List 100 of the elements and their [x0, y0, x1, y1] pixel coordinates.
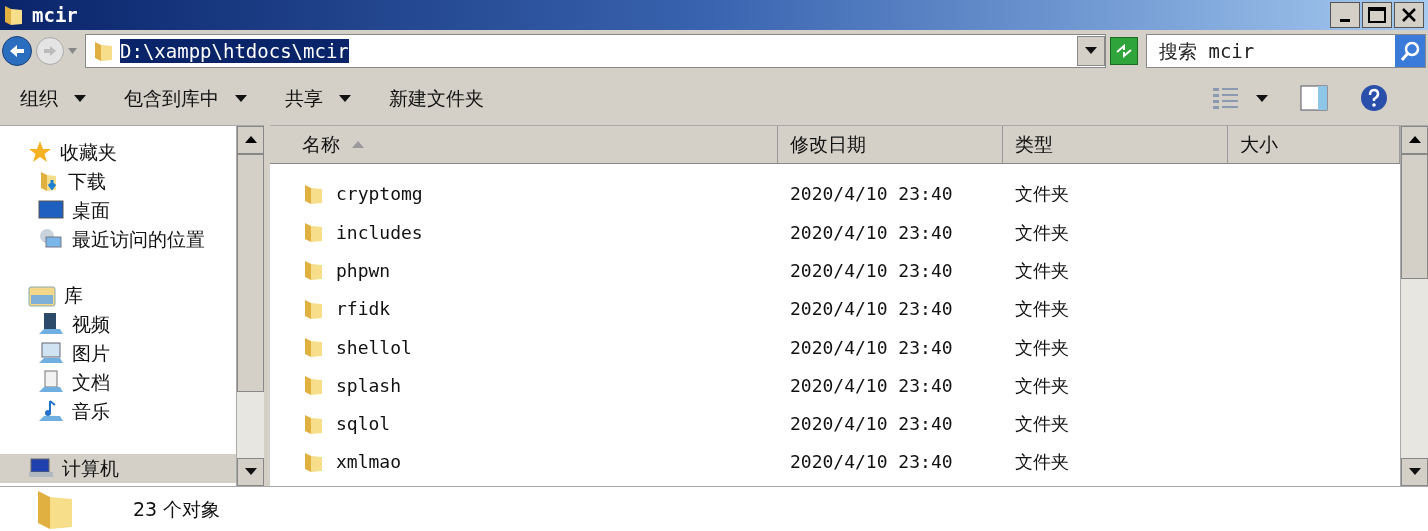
- documents-icon: [38, 370, 64, 395]
- maximize-button[interactable]: [1362, 1, 1392, 28]
- address-dropdown-button[interactable]: [1077, 35, 1105, 66]
- modified-date: 2020/4/10 23:40: [790, 451, 953, 473]
- modified-date: 2020/4/10 23:40: [790, 183, 953, 205]
- toolbar-button[interactable]: 共享: [285, 84, 351, 113]
- modified-date: 2020/4/10 23:40: [790, 221, 953, 243]
- library-icon: [28, 283, 56, 308]
- caret-icon: [74, 94, 86, 102]
- folder-icon: [302, 221, 324, 244]
- left-arrow-icon: [9, 43, 25, 58]
- folder-icon: [302, 374, 324, 397]
- nav-item[interactable]: 计算机: [0, 454, 236, 483]
- file-type: 文件夹: [1015, 183, 1069, 205]
- file-row[interactable]: sqlol 2020/4/10 23:40 文件夹: [270, 404, 1400, 443]
- maximize-icon: [1368, 6, 1386, 23]
- up-arrow-icon: [244, 136, 257, 144]
- help-icon: [1360, 84, 1388, 113]
- video-icon: [38, 312, 64, 337]
- scroll-down-button[interactable]: [1401, 458, 1428, 486]
- star-icon: [28, 140, 52, 165]
- folder-icon: [302, 297, 324, 320]
- computer-icon: [28, 458, 54, 479]
- file-row[interactable]: splash 2020/4/10 23:40 文件夹: [270, 366, 1400, 405]
- file-row[interactable]: phpwn 2020/4/10 23:40 文件夹: [270, 251, 1400, 290]
- file-name: xmlmao: [336, 450, 402, 475]
- column-header[interactable]: 修改日期: [778, 125, 1003, 163]
- file-type: 文件夹: [1015, 221, 1069, 243]
- folder-icon: [302, 450, 324, 473]
- file-name: shellol: [336, 335, 412, 360]
- address-field[interactable]: D:\xampp\htdocs\mcir: [85, 33, 1106, 68]
- modified-date: 2020/4/10 23:40: [790, 374, 953, 396]
- column-header[interactable]: 名称: [270, 125, 778, 163]
- nav-item[interactable]: 收藏夹: [0, 137, 236, 167]
- caret-icon: [1085, 47, 1097, 55]
- music-icon: [38, 399, 64, 424]
- right-arrow-icon: [43, 44, 57, 57]
- toolbar-button[interactable]: 组织: [20, 84, 86, 113]
- file-name: splash: [336, 373, 402, 398]
- file-row[interactable]: xmlmao 2020/4/10 23:40 文件夹: [270, 442, 1400, 482]
- nav-item[interactable]: 库: [0, 280, 236, 310]
- file-row[interactable]: cryptomg 2020/4/10 23:40 文件夹: [270, 174, 1400, 214]
- minimize-button[interactable]: [1330, 1, 1360, 28]
- folder-icon: [92, 39, 114, 62]
- modified-date: 2020/4/10 23:40: [790, 413, 953, 435]
- nav-item[interactable]: 图片: [0, 338, 236, 368]
- folder-icon: [302, 412, 324, 435]
- toolbar-button[interactable]: 新建文件夹: [389, 84, 484, 113]
- nav-item[interactable]: 下载: [0, 166, 236, 196]
- folder-icon: [2, 3, 24, 26]
- back-button[interactable]: [2, 35, 32, 66]
- modified-date: 2020/4/10 23:40: [790, 336, 953, 358]
- close-icon: [1401, 6, 1417, 23]
- file-name: includes: [336, 220, 423, 245]
- refresh-icon: [1115, 43, 1133, 58]
- desktop-icon: [38, 200, 64, 221]
- file-name: cryptomg: [336, 182, 423, 207]
- nav-item[interactable]: 最近访问的位置: [0, 224, 236, 254]
- modified-date: 2020/4/10 23:40: [790, 298, 953, 320]
- search-input[interactable]: 搜索 mcir: [1147, 36, 1395, 66]
- scroll-up-button[interactable]: [237, 125, 264, 154]
- file-type: 文件夹: [1015, 413, 1069, 435]
- file-row[interactable]: rfidk 2020/4/10 23:40 文件夹: [270, 289, 1400, 328]
- file-type: 文件夹: [1015, 298, 1069, 320]
- column-header[interactable]: 类型: [1003, 125, 1228, 163]
- scrollbar[interactable]: [236, 125, 264, 486]
- nav-item[interactable]: 音乐: [0, 396, 236, 426]
- file-type: 文件夹: [1015, 336, 1069, 358]
- caret-icon: [235, 94, 247, 102]
- toolbar-button[interactable]: 包含到库中: [124, 84, 247, 113]
- object-count: 23 个对象: [133, 496, 221, 522]
- caret-icon: [1256, 94, 1268, 102]
- preview-pane-icon: [1300, 85, 1328, 112]
- caret-icon: [1408, 468, 1421, 476]
- scroll-thumb[interactable]: [1401, 153, 1428, 279]
- file-type: 文件夹: [1015, 451, 1069, 473]
- up-arrow-icon: [1408, 136, 1421, 144]
- file-row[interactable]: shellol 2020/4/10 23:40 文件夹: [270, 327, 1400, 367]
- caret-icon: [339, 94, 351, 102]
- refresh-button[interactable]: [1110, 36, 1138, 65]
- search-icon: [1399, 39, 1421, 62]
- search-button[interactable]: [1395, 34, 1425, 67]
- close-button[interactable]: [1394, 1, 1424, 28]
- file-row[interactable]: includes 2020/4/10 23:40 文件夹: [270, 213, 1400, 252]
- scroll-thumb[interactable]: [237, 153, 264, 392]
- folder-icon: [302, 336, 324, 359]
- search-field[interactable]: 搜索 mcir: [1146, 33, 1426, 68]
- file-name: sqlol: [336, 412, 391, 437]
- nav-item[interactable]: 视频: [0, 309, 236, 339]
- scroll-down-button[interactable]: [237, 458, 264, 486]
- scrollbar[interactable]: [1400, 125, 1428, 486]
- nav-item[interactable]: 文档: [0, 367, 236, 397]
- folder-icon: [302, 182, 324, 205]
- address-path: D:\xampp\htdocs\mcir: [120, 38, 349, 63]
- caret-icon: [244, 468, 257, 476]
- scroll-up-button[interactable]: [1401, 125, 1428, 154]
- file-type: 文件夹: [1015, 374, 1069, 396]
- file-name: rfidk: [336, 297, 391, 322]
- nav-item[interactable]: 桌面: [0, 195, 236, 225]
- minimize-icon: [1340, 19, 1350, 23]
